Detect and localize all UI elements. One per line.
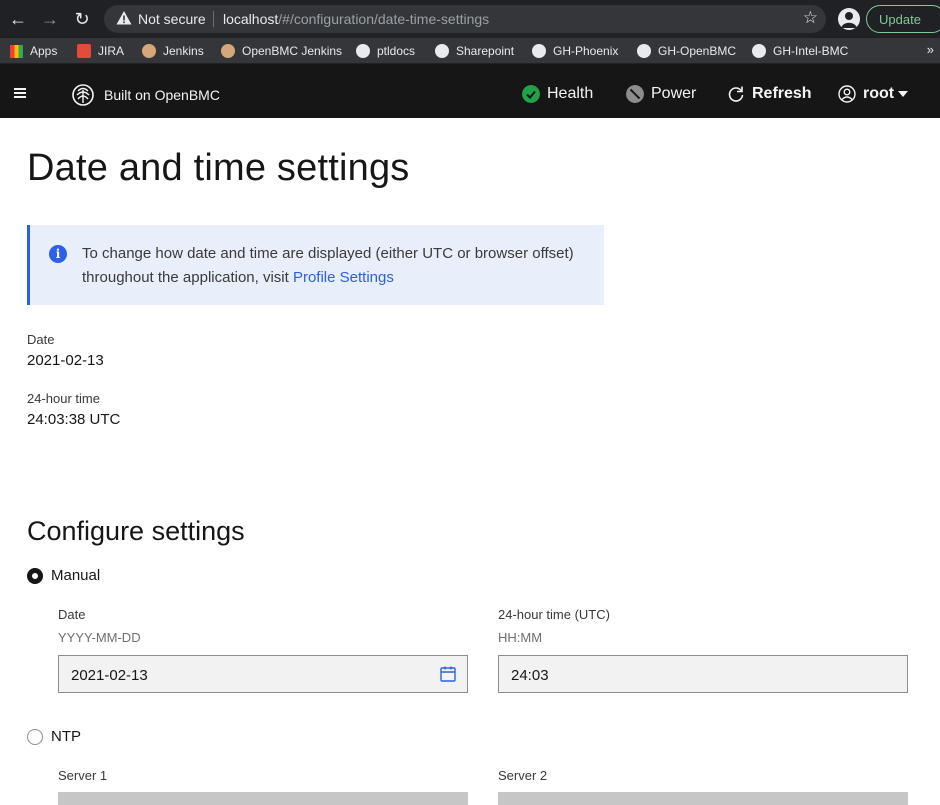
manual-date-hint: YYYY-MM-DD [58, 630, 141, 645]
date-value: 2021-02-13 [27, 352, 104, 369]
apps-grid-icon [10, 44, 23, 58]
health-button[interactable]: Health [522, 85, 593, 103]
ntp-radio-label[interactable]: NTP [51, 728, 81, 745]
bookmark-jira[interactable]: JIRA [77, 42, 124, 60]
ntp-radio[interactable] [27, 729, 43, 745]
jira-icon [77, 44, 91, 58]
manual-radio[interactable] [27, 568, 43, 584]
profile-avatar-icon[interactable] [838, 8, 860, 30]
time-value: 24:03:38 UTC [27, 411, 121, 428]
bookmark-star-icon[interactable]: ☆ [803, 8, 818, 28]
server1-input[interactable] [58, 792, 468, 805]
url-separator [213, 11, 214, 27]
url-text[interactable]: localhost/#/configuration/date-time-sett… [223, 11, 489, 27]
health-label: Health [547, 85, 594, 102]
address-bar[interactable]: Not secure localhost/#/configuration/dat… [104, 5, 826, 33]
bookmark-label: GH-OpenBMC [658, 44, 737, 58]
back-icon[interactable]: ← [8, 9, 28, 29]
github-icon [637, 44, 651, 58]
bookmark-label: JIRA [98, 44, 125, 58]
info-alert: i To change how date and time are displa… [27, 225, 604, 305]
jenkins-icon [142, 44, 156, 58]
forward-icon[interactable]: → [40, 9, 60, 29]
refresh-button[interactable]: Refresh [727, 85, 812, 103]
bookmark-sharepoint[interactable]: Sharepoint [435, 42, 514, 60]
manual-time-input[interactable]: 24:03 [498, 655, 908, 693]
security-label[interactable]: Not secure [138, 11, 206, 27]
bookmark-label: Sharepoint [456, 44, 515, 58]
bookmarks-overflow-button[interactable]: » [927, 42, 934, 57]
bookmark-label: GH-Intel-BMC [773, 44, 849, 58]
bookmark-label: Apps [30, 44, 58, 58]
bookmark-label: ptldocs [377, 44, 416, 58]
url-path: /#/configuration/date-time-settings [278, 11, 490, 27]
power-off-icon [626, 85, 644, 103]
jenkins-icon [221, 44, 235, 58]
brand[interactable]: Built on OpenBMC [71, 83, 220, 107]
health-ok-icon [522, 85, 540, 103]
browser-toolbar: ← → ↻ Not secure localhost/#/configurati… [0, 0, 940, 38]
info-icon: i [49, 245, 67, 263]
bookmark-label: OpenBMC Jenkins [242, 44, 343, 58]
manual-time-input-value: 24:03 [511, 667, 549, 684]
page-title: Date and time settings [27, 147, 410, 189]
time-label: 24-hour time [27, 391, 100, 406]
user-menu-button[interactable]: root [838, 85, 909, 103]
header-top-strip [0, 64, 940, 71]
manual-time-label: 24-hour time (UTC) [498, 607, 610, 622]
manual-date-input[interactable]: 2021-02-13 [58, 655, 468, 693]
manual-date-input-value: 2021-02-13 [71, 667, 148, 684]
bookmarks-bar: Apps JIRA Jenkins OpenBMC Jenkins ptldoc… [0, 38, 940, 64]
github-icon [532, 44, 546, 58]
server1-label: Server 1 [58, 768, 108, 783]
bookmark-openbmc-jenkins[interactable]: OpenBMC Jenkins [221, 42, 342, 60]
app-header: Built on OpenBMC Health Power Refresh ro… [0, 71, 940, 118]
caret-down-icon [898, 91, 909, 97]
github-icon [752, 44, 766, 58]
server2-input[interactable] [498, 792, 908, 805]
date-label: Date [27, 332, 55, 347]
menu-icon[interactable] [14, 88, 26, 98]
server2-label: Server 2 [498, 768, 548, 783]
globe-icon [435, 44, 449, 58]
bookmark-label: GH-Phoenix [553, 44, 619, 58]
manual-date-label: Date [58, 607, 86, 622]
bookmark-gh-intel-bmc[interactable]: GH-Intel-BMC [752, 42, 848, 60]
refresh-label: Refresh [752, 85, 812, 102]
reload-icon[interactable]: ↻ [72, 9, 92, 29]
bookmark-gh-phoenix[interactable]: GH-Phoenix [532, 42, 618, 60]
globe-icon [356, 44, 370, 58]
user-avatar-icon [838, 85, 856, 103]
user-label: root [863, 85, 895, 102]
bookmark-jenkins[interactable]: Jenkins [142, 42, 204, 60]
bookmark-ptldocs[interactable]: ptldocs [356, 42, 415, 60]
openbmc-logo-icon [72, 84, 94, 106]
manual-radio-label[interactable]: Manual [51, 567, 100, 584]
update-button[interactable]: Update [866, 5, 940, 33]
refresh-icon [728, 86, 744, 102]
info-text: To change how date and time are displaye… [82, 242, 592, 290]
power-button[interactable]: Power [626, 85, 696, 103]
calendar-icon[interactable] [439, 665, 457, 683]
configure-settings-title: Configure settings [27, 516, 245, 546]
bookmark-gh-openbmc[interactable]: GH-OpenBMC [637, 42, 736, 60]
url-host: localhost [223, 11, 279, 27]
brand-label: Built on OpenBMC [104, 87, 220, 103]
bookmark-apps[interactable]: Apps [10, 42, 57, 60]
bookmark-label: Jenkins [163, 44, 204, 58]
power-label: Power [651, 85, 697, 102]
manual-time-hint: HH:MM [498, 630, 543, 645]
warning-icon [116, 11, 132, 25]
profile-settings-link[interactable]: Profile Settings [293, 269, 394, 286]
